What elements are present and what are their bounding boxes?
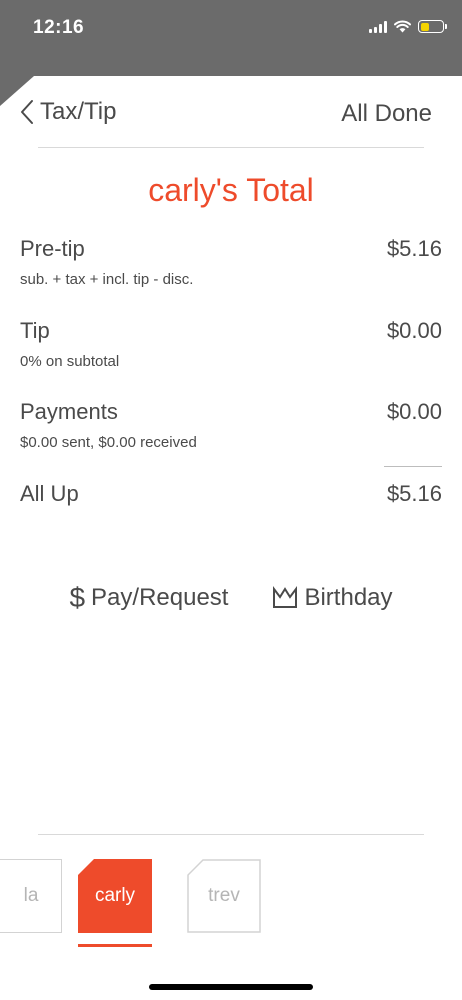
page-title: carly's Total (148, 172, 314, 208)
birthday-label: Birthday (304, 584, 393, 611)
row-label: Tip (20, 318, 50, 343)
row-label: Pre-tip (20, 236, 85, 261)
status-time: 12:16 (33, 17, 85, 38)
action-bar: $ Pay/Request Birthday (0, 582, 462, 614)
person-tab[interactable]: la (0, 859, 62, 933)
pay-request-button[interactable]: $ Pay/Request (69, 582, 228, 614)
status-bar: 12:16 (0, 0, 462, 76)
tab-label: carly (94, 885, 136, 906)
pay-request-label: Pay/Request (91, 584, 229, 611)
battery-level (420, 22, 429, 31)
chevron-left-icon (21, 100, 33, 124)
all-done-button[interactable]: All Done (341, 100, 432, 128)
person-tab-selected[interactable]: carly (78, 859, 152, 933)
row-value: $5.16 (386, 236, 442, 261)
pre-tip-row: Pre-tip sub. + tax + incl. tip - disc. $… (20, 236, 442, 288)
wifi-icon (394, 20, 411, 33)
tab-label: la (23, 885, 39, 906)
battery-icon (418, 20, 447, 33)
payments-row[interactable]: Payments $0.00 sent, $0.00 received $0.0… (20, 399, 442, 451)
row-label: Payments (20, 399, 118, 424)
header-divider (38, 147, 424, 148)
row-value: $5.16 (386, 481, 442, 506)
back-button[interactable]: Tax/Tip (20, 98, 116, 126)
tip-row[interactable]: Tip 0% on subtotal $0.00 (20, 318, 442, 370)
tab-label: trev (208, 885, 240, 906)
birthday-button[interactable]: Birthday (272, 582, 393, 614)
header: Tax/Tip All Done (0, 76, 462, 148)
row-sublabel: sub. + tax + incl. tip - disc. (20, 271, 194, 288)
crown-icon (273, 586, 298, 608)
tabs-divider (38, 834, 424, 835)
row-sublabel: $0.00 sent, $0.00 received (20, 434, 197, 451)
row-label: All Up (20, 481, 79, 506)
signal-icon (369, 20, 387, 33)
status-icons (369, 20, 447, 33)
sum-divider (384, 466, 442, 467)
dollar-icon: $ (69, 582, 86, 613)
home-indicator[interactable] (149, 984, 313, 990)
row-sublabel: 0% on subtotal (20, 353, 120, 370)
all-up-row: All Up $5.16 (20, 481, 442, 507)
row-value: $0.00 (386, 399, 442, 424)
selected-tab-indicator (78, 944, 152, 947)
person-tab[interactable]: trev (187, 859, 261, 933)
back-label: Tax/Tip (40, 98, 117, 125)
row-value: $0.00 (386, 318, 442, 343)
